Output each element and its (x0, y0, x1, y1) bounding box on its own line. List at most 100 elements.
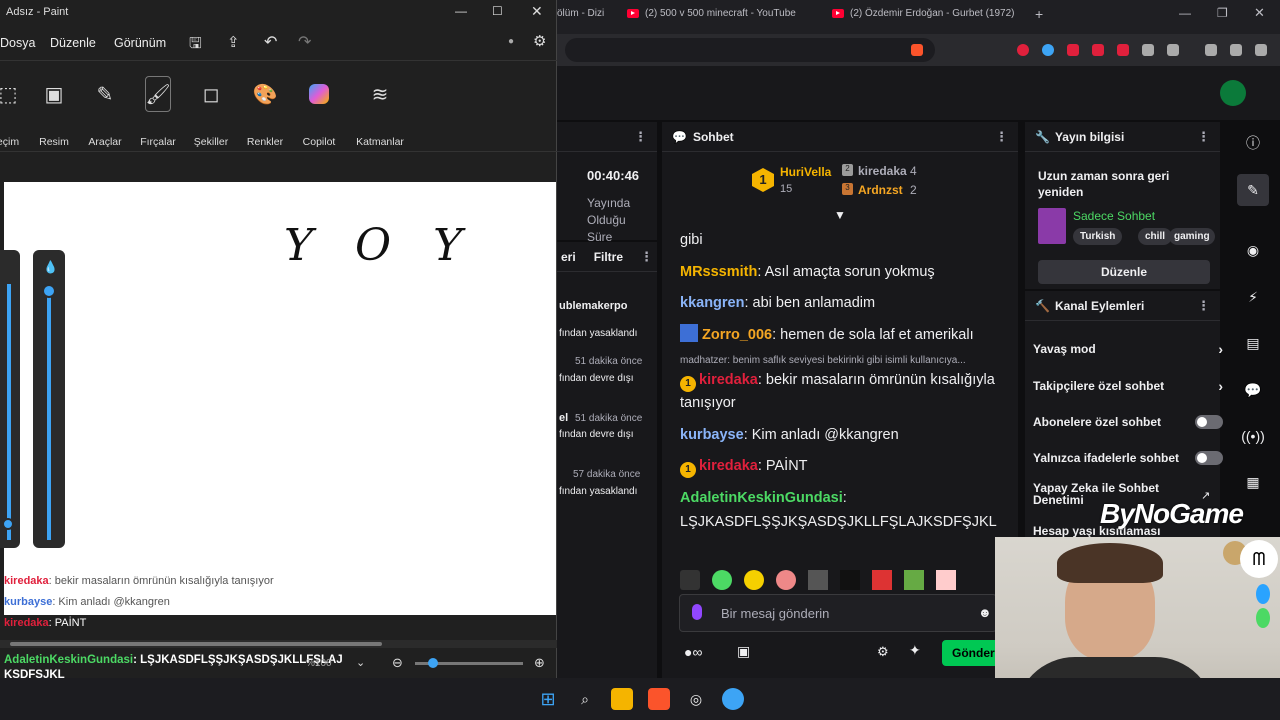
subscribers-only-toggle[interactable] (1195, 415, 1223, 429)
slow-mode-row[interactable]: Yavaş mod › (1033, 341, 1223, 357)
more-icon[interactable]: ⋮ (634, 129, 647, 145)
size-slider[interactable] (0, 250, 20, 548)
more-icon[interactable]: ⋮ (640, 249, 653, 265)
chat-icon[interactable]: 💬 (1237, 374, 1269, 406)
more-icon[interactable]: ⋮ (995, 129, 1008, 145)
browser-tab[interactable]: ölüm - Dizi (557, 8, 604, 19)
save-icon[interactable]: 🖫 (189, 33, 202, 58)
emoji-icon[interactable]: ☻ (978, 605, 992, 620)
emote-icon[interactable] (712, 570, 732, 590)
minimize-button[interactable]: — (455, 4, 467, 18)
expand-icon[interactable]: ▼ (834, 208, 846, 222)
menu-file[interactable]: Dosya (0, 36, 35, 50)
maximize-button[interactable]: ☐ (492, 4, 503, 18)
drawing-canvas[interactable]: Y O Y (4, 182, 556, 615)
notes-icon[interactable]: ▤ (1237, 327, 1269, 359)
paint-app-icon[interactable] (722, 688, 744, 710)
emote-icon[interactable] (680, 570, 700, 590)
brave-shield-icon[interactable] (911, 44, 923, 56)
share-icon[interactable]: ⇪ (227, 33, 240, 51)
new-tab-button[interactable]: + (1035, 6, 1043, 22)
settings-icon[interactable]: ⚙ (877, 644, 889, 660)
emote-icon[interactable] (904, 570, 924, 590)
brave-browser-icon[interactable] (648, 688, 670, 710)
extension-icon[interactable] (1117, 44, 1129, 56)
channel-points-icon[interactable]: ●∞ (684, 644, 702, 660)
extension-icon[interactable] (1042, 44, 1054, 56)
address-bar[interactable] (565, 38, 935, 62)
tool-layers[interactable]: ≋ Katmanlar (354, 76, 406, 149)
filter-button[interactable]: Filtre (594, 250, 623, 264)
chevron-down-icon[interactable]: ⌄ (356, 656, 365, 669)
emote-icon[interactable] (936, 570, 956, 590)
zoom-slider-thumb[interactable] (428, 658, 438, 668)
emote-only-toggle[interactable] (1195, 451, 1223, 465)
extensions-puzzle-icon[interactable] (1142, 44, 1154, 56)
info-icon[interactable]: ⓘ (1237, 127, 1269, 159)
sidebar-icon[interactable] (1167, 44, 1179, 56)
tool-brushes[interactable]: 🖌 Fırçalar (132, 76, 184, 148)
media-icon[interactable] (1230, 44, 1242, 56)
category-link[interactable]: Sadece Sohbet (1073, 209, 1155, 223)
browser-tab[interactable]: (2) Özdemir Erdoğan - Gurbet (1972) (832, 8, 1015, 19)
mod-tools-icon[interactable]: ✦ (909, 642, 921, 659)
search-icon[interactable]: ⌕ (574, 688, 596, 710)
extension-icon[interactable] (1017, 44, 1029, 56)
extension-icon[interactable] (1092, 44, 1104, 56)
zoom-value[interactable]: %100 (306, 658, 332, 669)
emote-icon[interactable] (840, 570, 860, 590)
account-icon[interactable]: ● (508, 36, 514, 47)
mod-log-user[interactable]: el (559, 412, 568, 424)
tag[interactable]: chill (1138, 228, 1173, 245)
undo-icon[interactable]: ↶ (264, 32, 277, 52)
app-icon[interactable]: ◎ (685, 688, 707, 710)
download-icon[interactable] (1205, 44, 1217, 56)
leader-name[interactable]: HuriVella (780, 165, 831, 179)
redo-icon[interactable]: ↷ (298, 32, 311, 52)
lightning-icon[interactable]: ⚡ (1237, 281, 1269, 313)
chat-username[interactable]: Zorro_006 (702, 327, 772, 343)
minimize-button[interactable]: — (1179, 6, 1191, 20)
tool-shapes[interactable]: ◻ Şekiller (185, 76, 237, 149)
store-icon[interactable]: ▣ (737, 643, 750, 660)
pencil-icon[interactable]: ✎ (1237, 174, 1269, 206)
followers-only-row[interactable]: Takipçilere özel sohbet › (1033, 378, 1223, 394)
tag[interactable]: Turkish (1073, 228, 1123, 245)
avatar[interactable] (1220, 80, 1246, 106)
tab-label[interactable]: eri (561, 250, 576, 264)
chat-username[interactable]: kiredaka (699, 372, 758, 388)
close-button[interactable]: ✕ (1254, 5, 1265, 21)
tool-tools[interactable]: ✎ Araçlar (79, 76, 131, 149)
chat-username[interactable]: AdaletinKeskinGundasi (680, 490, 843, 506)
tag[interactable]: gaming (1169, 228, 1215, 245)
tool-colors[interactable]: 🎨 Renkler (239, 76, 291, 149)
broadcast-icon[interactable]: ((•)) (1237, 420, 1269, 452)
zoom-in-icon[interactable]: ⊕ (534, 655, 545, 671)
maximize-button[interactable]: ❐ (1217, 6, 1228, 20)
layout-icon[interactable]: ▦ (1237, 466, 1269, 498)
leader-name[interactable]: Ardnzst (858, 183, 903, 197)
opacity-slider[interactable]: 💧 (33, 250, 65, 548)
menu-edit[interactable]: Düzenle (50, 36, 96, 50)
emote-icon[interactable] (776, 570, 796, 590)
mod-log-user[interactable]: ublemakerpo (559, 300, 627, 312)
extension-icon[interactable] (1067, 44, 1079, 56)
chat-username[interactable]: kiredaka (699, 458, 758, 474)
tool-copilot[interactable]: Copilot (293, 76, 345, 148)
windows-start-icon[interactable]: ⊞ (537, 688, 559, 710)
leader-name[interactable]: kiredaka (858, 164, 907, 178)
category-thumbnail[interactable] (1038, 208, 1066, 244)
slider-thumb[interactable] (42, 284, 56, 298)
emote-icon[interactable] (744, 570, 764, 590)
emote-icon[interactable] (872, 570, 892, 590)
menu-icon[interactable] (1255, 44, 1267, 56)
chat-input[interactable]: Bir mesaj gönderin ☻ (679, 594, 997, 632)
chat-username[interactable]: kkangren (680, 295, 744, 311)
settings-icon[interactable]: ⚙ (533, 32, 546, 50)
menu-view[interactable]: Görünüm (114, 36, 166, 50)
more-icon[interactable]: ⋮ (1197, 129, 1210, 145)
edit-button[interactable]: Düzenle (1038, 260, 1210, 284)
camera-icon[interactable]: ◉ (1237, 234, 1269, 266)
emote-icon[interactable] (808, 570, 828, 590)
slider-thumb[interactable] (2, 518, 14, 530)
